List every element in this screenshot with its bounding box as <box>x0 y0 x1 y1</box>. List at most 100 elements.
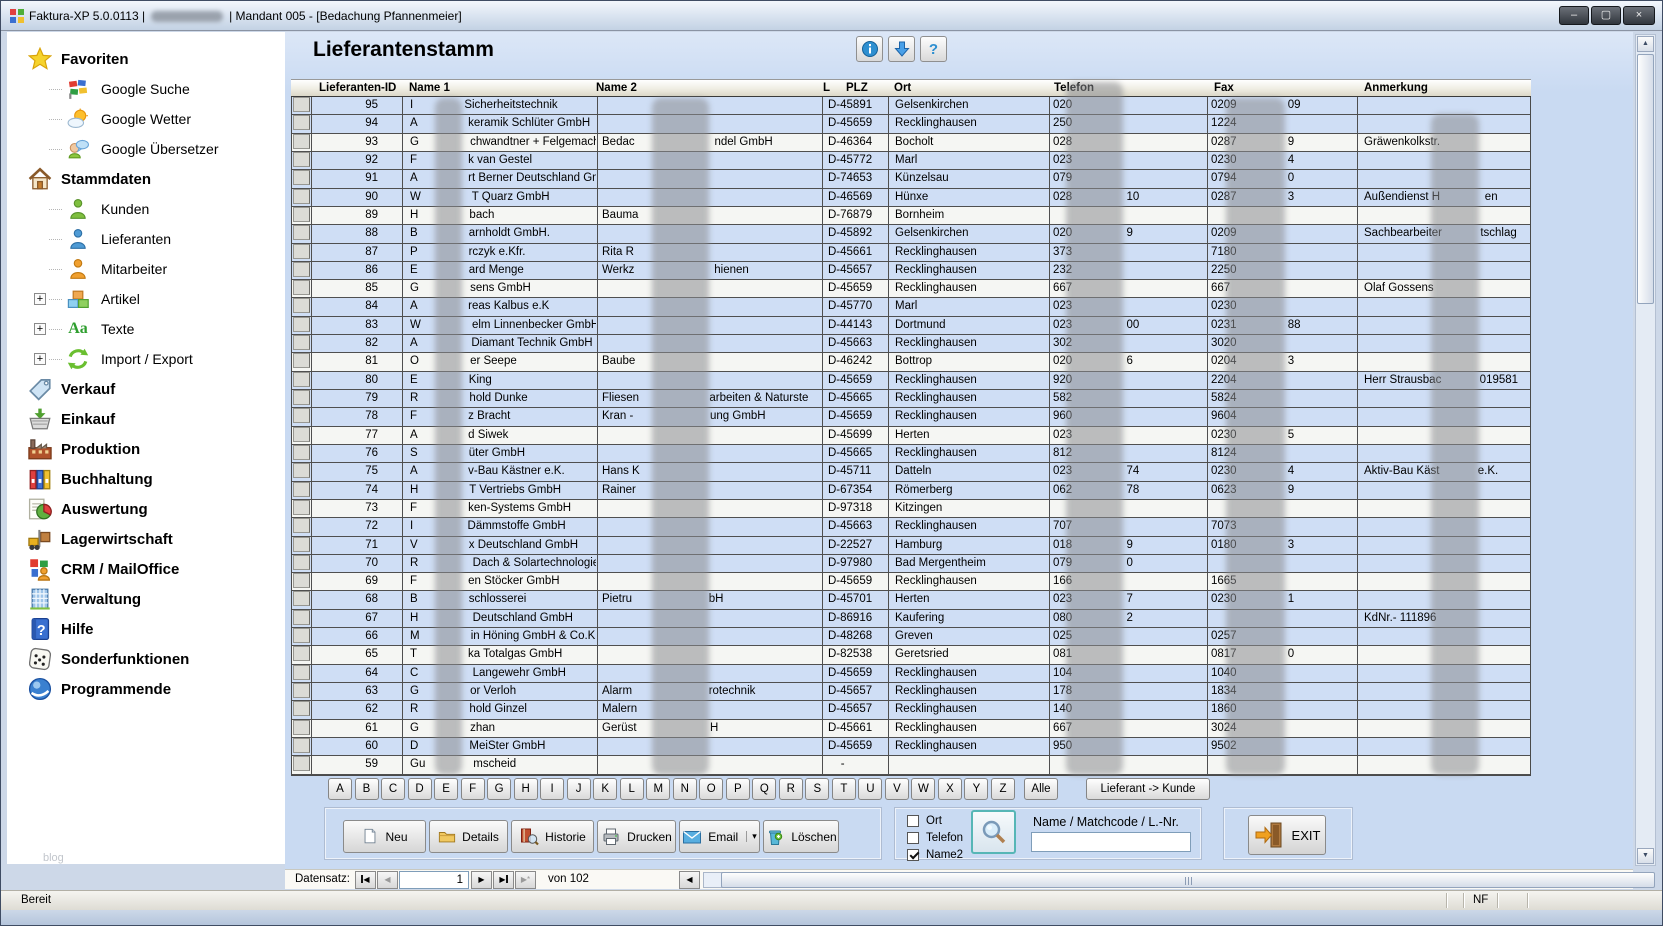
alpha-button-E[interactable]: E <box>434 778 458 800</box>
scroll-down-button[interactable]: ▼ <box>1637 848 1654 864</box>
sidebar-item-google-bersetzer[interactable]: Google Übersetzer <box>7 134 285 164</box>
table-row[interactable]: 82A Diamant Technik GmbHD-45663Recklingh… <box>292 335 1530 353</box>
table-row[interactable]: 93G chwandtner + FelgemacherBedac ndel G… <box>292 134 1530 152</box>
row-selector[interactable] <box>293 591 310 606</box>
row-selector[interactable] <box>293 170 310 185</box>
row-selector[interactable] <box>293 482 310 497</box>
row-selector[interactable] <box>293 97 310 112</box>
horizontal-scrollbar-thumb[interactable] <box>721 872 1655 888</box>
search-button[interactable] <box>971 810 1016 854</box>
sidebar-item-kunden[interactable]: Kunden <box>7 194 285 224</box>
alpha-button-P[interactable]: P <box>726 778 750 800</box>
row-selector[interactable] <box>293 207 310 222</box>
maximize-button[interactable]: ▢ <box>1591 6 1621 25</box>
col-ort[interactable]: Ort <box>894 80 911 97</box>
sidebar-item-mitarbeiter[interactable]: Mitarbeiter <box>7 254 285 284</box>
col-name2[interactable]: Name 2 <box>596 80 637 97</box>
row-selector[interactable] <box>293 225 310 240</box>
expand-plus-icon[interactable]: + <box>34 293 46 305</box>
alpha-button-K[interactable]: K <box>593 778 617 800</box>
alpha-button-A[interactable]: A <box>328 778 352 800</box>
row-selector[interactable] <box>293 408 310 423</box>
table-row[interactable]: 91A rt Berner Deutschland GmbHD-74653Kün… <box>292 170 1530 188</box>
alpha-button-M[interactable]: M <box>646 778 670 800</box>
expand-plus-icon[interactable]: + <box>34 323 46 335</box>
sidebar-item-lagerwirtschaft[interactable]: Lagerwirtschaft <box>7 524 285 554</box>
table-row[interactable]: 65T ka Totalgas GmbHD-82538Geretsried081… <box>292 646 1530 664</box>
first-record-button[interactable]: ◀ <box>355 871 376 889</box>
sidebar-item-google-suche[interactable]: Google Suche <box>7 74 285 104</box>
table-row[interactable]: 85G sens GmbHD-45659Recklinghausen667667… <box>292 280 1530 298</box>
alpha-button-I[interactable]: I <box>540 778 564 800</box>
table-row[interactable]: 87P rczyk e.Kfr.Rita RD-45661Recklinghau… <box>292 244 1530 262</box>
sidebar-item-favoriten[interactable]: Favoriten <box>7 44 285 74</box>
sidebar-item-verwaltung[interactable]: Verwaltung <box>7 584 285 614</box>
alpha-button-O[interactable]: O <box>699 778 723 800</box>
alpha-button-U[interactable]: U <box>858 778 882 800</box>
row-selector[interactable] <box>293 610 310 625</box>
minimize-button[interactable]: – <box>1559 6 1589 25</box>
table-row[interactable]: 88B arnholdt GmbH.D-45892Gelsenkirchen02… <box>292 225 1530 243</box>
alpha-button-X[interactable]: X <box>938 778 962 800</box>
row-selector[interactable] <box>293 701 310 716</box>
table-row[interactable]: 77A d SiwekD-45699Herten0230230 5 <box>292 427 1530 445</box>
sidebar-item-stammdaten[interactable]: Stammdaten <box>7 164 285 194</box>
table-row[interactable]: 62R hold GinzelMalernD-45657Recklinghaus… <box>292 701 1530 719</box>
alpha-button-H[interactable]: H <box>514 778 538 800</box>
email-button[interactable]: Email▾ <box>679 820 760 853</box>
alpha-button-S[interactable]: S <box>805 778 829 800</box>
table-row[interactable]: 74H T Vertriebs GmbHRainerD-67354Römerbe… <box>292 482 1530 500</box>
row-selector[interactable] <box>293 427 310 442</box>
lieferant-to-kunde-button[interactable]: Lieferant -> Kunde <box>1086 778 1210 800</box>
row-selector[interactable] <box>293 665 310 680</box>
table-row[interactable]: 63G or VerlohAlarm rotechnikD-45657Reckl… <box>292 683 1530 701</box>
row-selector[interactable] <box>293 646 310 661</box>
row-selector[interactable] <box>293 134 310 149</box>
neu-button[interactable]: Neu <box>343 820 426 853</box>
col-name1[interactable]: Name 1 <box>409 80 450 97</box>
last-record-button[interactable]: ▶ <box>493 871 514 889</box>
sidebar-item-buchhaltung[interactable]: Buchhaltung <box>7 464 285 494</box>
table-row[interactable]: 76S üter GmbHD-45665Recklinghausen812812… <box>292 445 1530 463</box>
col-l[interactable]: L <box>823 80 830 97</box>
alpha-button-V[interactable]: V <box>885 778 909 800</box>
row-selector[interactable] <box>293 518 310 533</box>
alpha-button-F[interactable]: F <box>461 778 485 800</box>
row-selector[interactable] <box>293 262 310 277</box>
alpha-button-B[interactable]: B <box>355 778 379 800</box>
col-plz[interactable]: PLZ <box>846 80 868 97</box>
row-selector[interactable] <box>293 445 310 460</box>
sidebar-item-lieferanten[interactable]: Lieferanten <box>7 224 285 254</box>
search-scope-telefon[interactable]: Telefon <box>907 831 963 845</box>
alpha-button-G[interactable]: G <box>487 778 511 800</box>
sidebar-item-import-export[interactable]: +Import / Export <box>7 344 285 374</box>
historie-button[interactable]: Historie <box>511 820 594 853</box>
alpha-button-D[interactable]: D <box>408 778 432 800</box>
sidebar-item-produktion[interactable]: Produktion <box>7 434 285 464</box>
table-row[interactable]: 75A v-Bau Kästner e.K.Hans KD-45711Datte… <box>292 463 1530 481</box>
sidebar-item-sonderfunktionen[interactable]: Sonderfunktionen <box>7 644 285 674</box>
search-scope-ort[interactable]: Ort <box>907 814 942 828</box>
alpha-button-Q[interactable]: Q <box>752 778 776 800</box>
table-row[interactable]: 89H bachBaumaD-76879Bornheim <box>292 207 1530 225</box>
info-button[interactable] <box>856 36 883 62</box>
row-selector[interactable] <box>293 463 310 478</box>
alpha-button-Y[interactable]: Y <box>964 778 988 800</box>
table-row[interactable]: 79R hold DunkeFliesen arbeiten & Naturst… <box>292 390 1530 408</box>
table-row[interactable]: 92F k van GestelD-45772Marl0230230 4 <box>292 152 1530 170</box>
sidebar-item-texte[interactable]: +AaTexte <box>7 314 285 344</box>
table-row[interactable]: 66M in Höning GmbH & Co.KGD-48268Greven0… <box>292 628 1530 646</box>
title-bar[interactable]: Faktura-XP 5.0.0113 || Mandant 005 - [Be… <box>1 1 1663 31</box>
row-selector[interactable] <box>293 628 310 643</box>
row-selector[interactable] <box>293 537 310 552</box>
alpha-button-N[interactable]: N <box>673 778 697 800</box>
table-header[interactable]: Lieferanten-ID Name 1 Name 2 L PLZ Ort T… <box>291 79 1531 97</box>
row-selector[interactable] <box>293 372 310 387</box>
search-scope-name2[interactable]: Name2 <box>907 848 963 862</box>
sidebar-item-verkauf[interactable]: Verkauf <box>7 374 285 404</box>
table-row[interactable]: 84A reas Kalbus e.KD-45770Marl0230230 <box>292 298 1530 316</box>
help-button[interactable]: ? <box>920 36 947 62</box>
row-selector[interactable] <box>293 720 310 735</box>
table-row[interactable]: 83W elm Linnenbecker GmbH & CoD-44143Dor… <box>292 317 1530 335</box>
hscroll-left-button[interactable]: ◀ <box>679 871 700 889</box>
